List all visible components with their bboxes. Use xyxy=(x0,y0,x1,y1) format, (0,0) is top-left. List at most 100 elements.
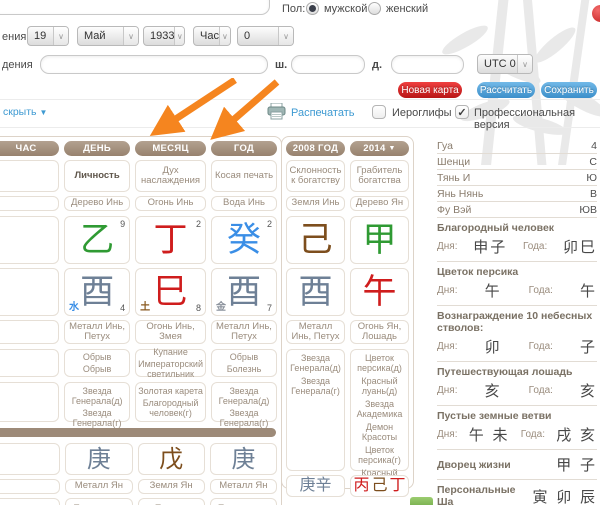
year-animal-cell: Металл Инь, Петух xyxy=(211,320,277,344)
y2014-hidden-stems-cell: 丙 己 丁 xyxy=(350,475,409,497)
sidebar-section-peach-blossom: Цветок персика Дня:午 Года:午 xyxy=(437,262,597,306)
birthplace-input[interactable] xyxy=(40,55,268,74)
day-stars-cell: Звезда Генерала(д)Звезда Генерала(г) xyxy=(64,382,130,422)
y2008-stem-hanzi: 己 xyxy=(299,223,333,257)
y2014-stem-hanzi: 甲 xyxy=(363,223,397,257)
month-select[interactable]: Май∨ xyxy=(77,26,139,46)
y2014-stem-cell[interactable]: 甲 xyxy=(350,216,409,264)
y2008-stem-cell[interactable]: 己 xyxy=(286,216,345,264)
day-branch-element-marker: 水 xyxy=(69,303,79,314)
hour-mode-select[interactable]: Час∨ xyxy=(193,26,231,46)
hour-stage-cell xyxy=(0,349,59,377)
triangle-down-icon: ▼ xyxy=(389,145,396,152)
hour-value-select[interactable]: 0∨ xyxy=(237,26,294,46)
longitude-input[interactable] xyxy=(391,55,464,74)
day-select[interactable]: 19∨ xyxy=(27,26,69,46)
gender-female-label[interactable]: женский xyxy=(386,3,428,15)
check-icon: ✓ xyxy=(457,106,466,119)
y2008-stars-cell: Звезда Генерала(д)Звезда Генерала(г) xyxy=(286,349,345,471)
year-hidden-stem-hanzi: 庚 xyxy=(231,447,255,471)
y2014-stars-cell: Цветок персика(д)Красный луань(д) Звезда… xyxy=(350,349,409,471)
pro-version-label[interactable]: Профессиональная версия xyxy=(474,107,600,131)
month-branch-element-marker: 土 xyxy=(140,303,150,314)
utc-select[interactable]: UTC 0∨ xyxy=(477,54,533,74)
sidebar-personal-sha: Персональные Ша 寅 卯 辰 xyxy=(437,480,597,505)
orange-arrows-annotation xyxy=(140,78,290,142)
hieroglyphs-checkbox[interactable] xyxy=(372,105,386,119)
year-stem-hanzi: 癸 xyxy=(227,223,261,257)
hour-stars-cell xyxy=(0,382,59,422)
birthplace-label-truncated: дения xyxy=(2,59,33,71)
sidebar-section-travelling-horse: Путешествующая лошадь Дня:亥 Года:亥 xyxy=(437,362,597,406)
hour-role-cell xyxy=(0,160,59,192)
y2008-branch-cell[interactable]: 酉 xyxy=(286,268,345,316)
gender-male-label[interactable]: мужской xyxy=(324,3,367,15)
day-branch-cell[interactable]: 酉 水 4 xyxy=(64,268,130,316)
pro-version-checkbox[interactable]: ✓ xyxy=(455,105,469,119)
y2008-hidden-stems-cell: 庚辛 xyxy=(286,475,345,497)
sidebar-section-nobleman: Благородный человек Дня:申子 Года:卯巳 xyxy=(437,218,597,262)
year-hidden-god-cell: Правильная власть xyxy=(210,498,277,505)
summary-sidebar: Гуа4 ШенциС Тянь ИЮ Янь НяньВ Фу ВэйЮВ Б… xyxy=(437,138,597,505)
year-stem-cell[interactable]: 癸 2 xyxy=(211,216,277,264)
hidden-column-month: 戊 Земля Ян Прямое богатство xyxy=(138,443,205,505)
chevron-down-icon: ∨ xyxy=(219,27,230,45)
year-element-cell: Вода Инь xyxy=(211,196,277,211)
birthdate-label-truncated: ения xyxy=(2,31,26,43)
day-stem-cell[interactable]: 乙 9 xyxy=(64,216,130,264)
hidden-stems-divider xyxy=(0,428,276,437)
month-branch-cell[interactable]: 巳 土 8 xyxy=(135,268,206,316)
y2008-role-cell: Склонность к богатству xyxy=(286,160,345,192)
month-hidden-god-cell: Прямое богатство xyxy=(138,498,205,505)
day-element-cell: Дерево Инь xyxy=(64,196,130,211)
day-role-cell: Личность xyxy=(64,160,130,192)
natal-chart-panel: ЧАС ДЕНЬ Личность Дерево Инь 乙 9 酉 xyxy=(0,136,282,505)
day-stage-cell: ОбрывОбрыв xyxy=(64,349,130,377)
month-branch-hanzi: 巳 xyxy=(154,275,188,309)
hidden-column-day: 庚 Металл Ян Правильная власть xyxy=(65,443,132,505)
hour-hidden-element-cell xyxy=(0,479,60,494)
gender-female-radio[interactable] xyxy=(368,2,381,15)
y2014-branch-hanzi: 午 xyxy=(363,275,397,309)
luck-header-2014[interactable]: 2014 ▼ xyxy=(350,141,409,156)
sidebar-row-gua: Гуа4 xyxy=(437,138,597,154)
print-link[interactable]: Распечатать xyxy=(291,107,354,119)
hide-link[interactable]: скрыть ▼ xyxy=(3,106,47,118)
year-hidden-element-cell: Металл Ян xyxy=(210,479,277,494)
luck-header-2008[interactable]: 2008 ГОД xyxy=(286,141,345,156)
pillar-header-month[interactable]: МЕСЯЦ xyxy=(135,141,206,156)
latitude-input[interactable] xyxy=(291,55,365,74)
save-button[interactable]: Сохранить xyxy=(541,82,597,98)
hour-animal-cell xyxy=(0,320,59,344)
day-hidden-stem-hanzi: 庚 xyxy=(87,447,111,471)
longitude-label: д. xyxy=(372,59,382,71)
y2014-branch-cell[interactable]: 午 xyxy=(350,268,409,316)
new-chart-button[interactable]: Новая карта xyxy=(398,82,462,98)
year-branch-cell[interactable]: 酉 金 7 xyxy=(211,268,277,316)
month-hidden-stem-cell: 戊 xyxy=(138,443,205,475)
month-stem-cell[interactable]: 丁 2 xyxy=(135,216,206,264)
month-hidden-element-cell: Земля Ян xyxy=(138,479,205,494)
y2008-element-cell: Земля Инь xyxy=(286,196,345,211)
luck-column-2008: 2008 ГОД Склонность к богатству Земля Ин… xyxy=(286,141,345,497)
gender-label: Пол: xyxy=(282,3,305,15)
pillar-column-hour: ЧАС xyxy=(0,141,59,422)
y2014-role-cell: Грабитель богатства xyxy=(350,160,409,192)
partial-green-button[interactable] xyxy=(410,497,433,505)
day-animal-cell: Металл Инь, Петух xyxy=(64,320,130,344)
gender-male-radio[interactable] xyxy=(306,2,319,15)
hour-stem-cell xyxy=(0,216,59,264)
sidebar-row-yannian: Янь НяньВ xyxy=(437,186,597,202)
year-select[interactable]: 1933∨ xyxy=(143,26,185,46)
hidden-column-hour xyxy=(0,443,60,505)
name-input[interactable] xyxy=(0,0,270,15)
pillar-header-hour[interactable]: ЧАС xyxy=(0,141,59,156)
month-stem-hanzi: 丁 xyxy=(154,223,188,257)
pillar-header-day[interactable]: ДЕНЬ xyxy=(64,141,130,156)
calculate-button[interactable]: Рассчитать xyxy=(477,82,535,98)
pillar-header-year[interactable]: ГОД xyxy=(211,141,277,156)
chevron-down-icon: ∨ xyxy=(278,27,293,45)
divider-line xyxy=(0,99,600,100)
hour-hidden-stem-cell xyxy=(0,443,60,475)
hieroglyphs-label[interactable]: Иероглифы xyxy=(392,107,452,119)
